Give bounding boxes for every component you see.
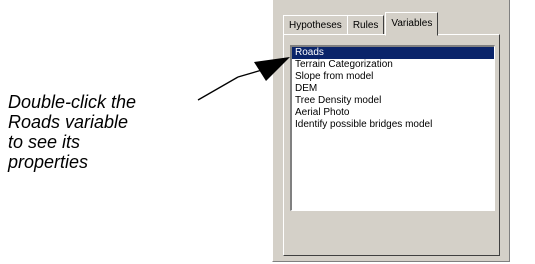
tab-content: Roads Terrain Categorization Slope from … [283, 34, 500, 256]
tab-hypotheses[interactable]: Hypotheses [283, 15, 348, 35]
variables-list[interactable]: Roads Terrain Categorization Slope from … [290, 45, 495, 211]
list-item-aerial-photo[interactable]: Aerial Photo [292, 107, 494, 119]
tab-strip: Hypotheses Rules Variables [283, 9, 439, 36]
list-item-dem[interactable]: DEM [292, 83, 494, 95]
list-item-tree-density-model[interactable]: Tree Density model [292, 95, 494, 107]
callout-line-2: Roads variable [8, 112, 129, 132]
list-item-slope-from-model[interactable]: Slope from model [292, 71, 494, 83]
tab-rules[interactable]: Rules [346, 15, 385, 35]
variables-panel: Hypotheses Rules Variables Roads Terrain… [272, 0, 510, 262]
callout-line-1: Double-click the [8, 92, 137, 112]
list-item-roads[interactable]: Roads [292, 47, 494, 59]
callout-text: Double-click the Roads variable to see i… [8, 92, 213, 172]
list-item-terrain-categorization[interactable]: Terrain Categorization [292, 59, 494, 71]
callout-arrow-shaft [237, 69, 263, 78]
list-item-identify-possible-bridges-model[interactable]: Identify possible bridges model [292, 119, 494, 131]
callout-line-3: to see its [8, 132, 81, 152]
callout-line-4: properties [8, 152, 89, 172]
tab-variables[interactable]: Variables [385, 12, 439, 36]
